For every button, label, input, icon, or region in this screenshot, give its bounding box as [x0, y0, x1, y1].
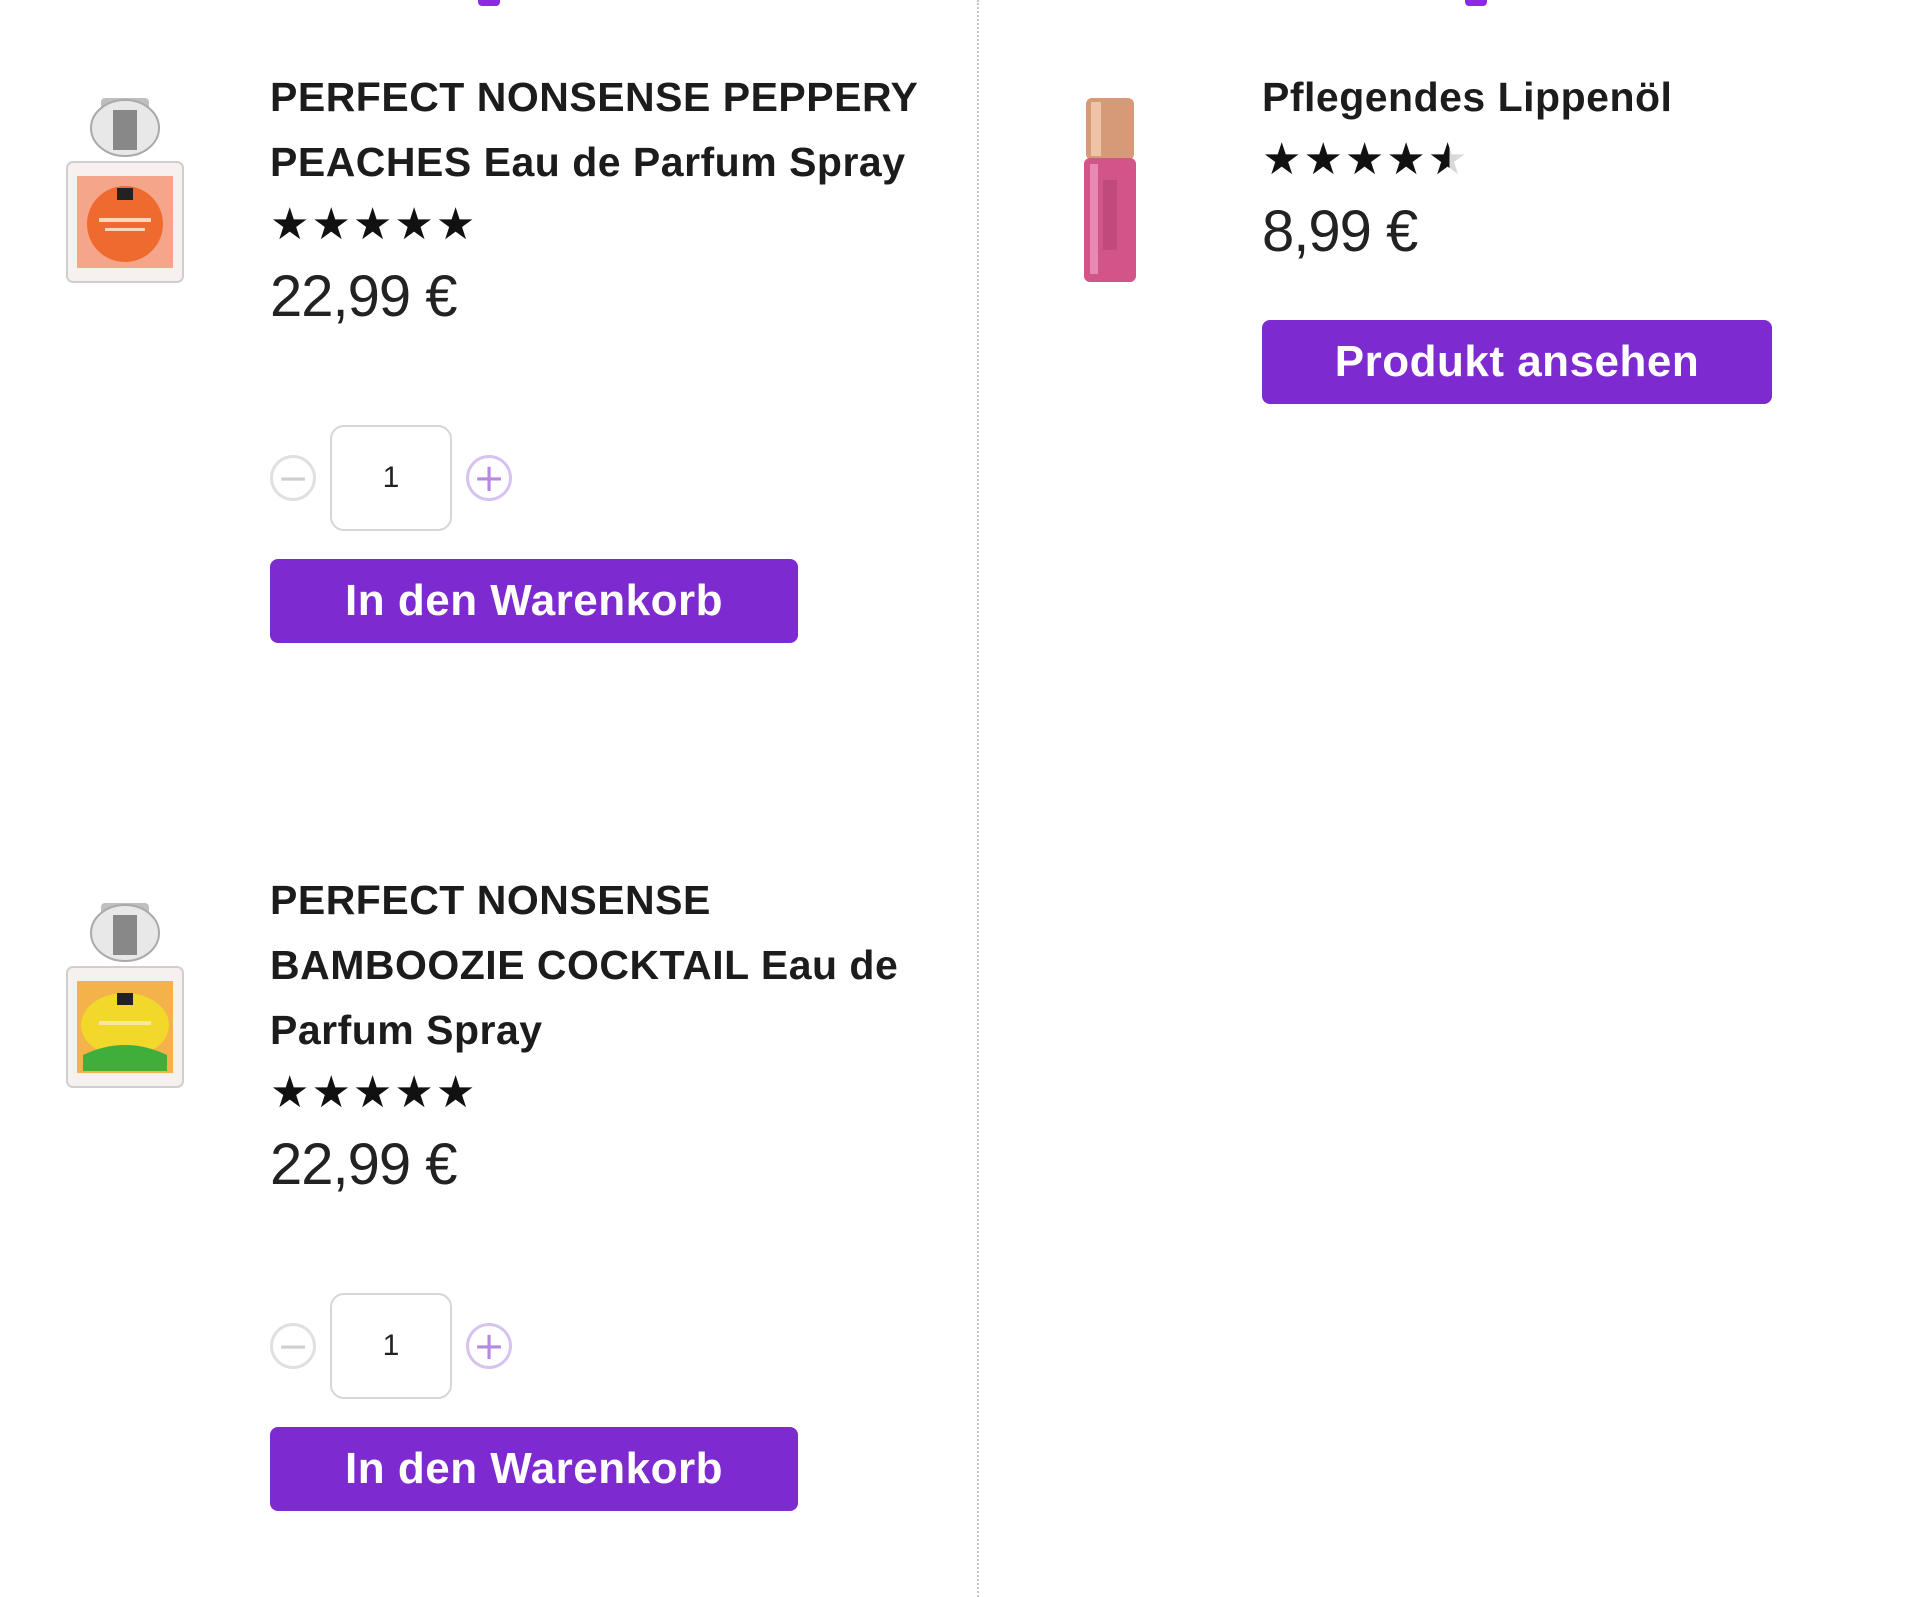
- perfume-bottle-yellow-icon[interactable]: [55, 895, 195, 1095]
- star-icon: ★: [394, 199, 434, 250]
- star-icon: ★: [311, 199, 351, 250]
- star-icon: ★: [394, 1067, 434, 1118]
- minus-icon[interactable]: −: [270, 1323, 316, 1369]
- add-to-cart-button[interactable]: In den Warenkorb: [270, 559, 798, 643]
- column-divider: [977, 0, 979, 1597]
- quantity-stepper: − +: [270, 425, 930, 531]
- lip-oil-tube-icon[interactable]: [1055, 90, 1165, 290]
- plus-icon[interactable]: +: [466, 1323, 512, 1369]
- star-icon: ★: [352, 1067, 393, 1118]
- half-star-icon: ★: [1427, 134, 1468, 185]
- view-product-button[interactable]: Produkt ansehen: [1262, 320, 1772, 404]
- star-icon: ★: [352, 199, 393, 250]
- star-icon: ★: [311, 1067, 351, 1118]
- add-to-cart-button[interactable]: In den Warenkorb: [270, 1427, 798, 1511]
- star-icon: ★: [1344, 134, 1385, 185]
- product-price: 22,99 €: [270, 1132, 458, 1197]
- quantity-input[interactable]: [330, 425, 452, 531]
- top-accent-right: [1465, 0, 1487, 6]
- product-title[interactable]: Pflegendes Lippenöl: [1262, 65, 1862, 130]
- quantity-input[interactable]: [330, 1293, 452, 1399]
- product-list-page: PERFECT NONSENSE PEPPERY PEACHES Eau de …: [0, 0, 1920, 1597]
- product-title[interactable]: PERFECT NONSENSE PEPPERY PEACHES Eau de …: [270, 65, 930, 195]
- rating-stars: ★ ★ ★ ★ ★: [1262, 138, 1862, 182]
- star-icon: ★: [435, 1067, 476, 1118]
- star-icon: ★: [435, 199, 476, 250]
- rating-stars: ★ ★ ★ ★ ★: [270, 203, 930, 247]
- plus-icon[interactable]: +: [466, 455, 512, 501]
- quantity-stepper: − +: [270, 1293, 930, 1399]
- minus-icon[interactable]: −: [270, 455, 316, 501]
- product-price: 8,99 €: [1262, 199, 1418, 264]
- top-accent-left: [478, 0, 500, 6]
- star-icon: ★: [1262, 134, 1302, 185]
- product-title[interactable]: PERFECT NONSENSE BAMBOOZIE COCKTAIL Eau …: [270, 868, 930, 1063]
- product-price: 22,99 €: [270, 264, 458, 329]
- star-icon: ★: [1386, 134, 1426, 185]
- star-icon: ★: [270, 199, 310, 250]
- rating-stars: ★ ★ ★ ★ ★: [270, 1071, 930, 1115]
- perfume-bottle-orange-icon[interactable]: [55, 90, 195, 290]
- star-icon: ★: [270, 1067, 310, 1118]
- star-icon: ★: [1303, 134, 1343, 185]
